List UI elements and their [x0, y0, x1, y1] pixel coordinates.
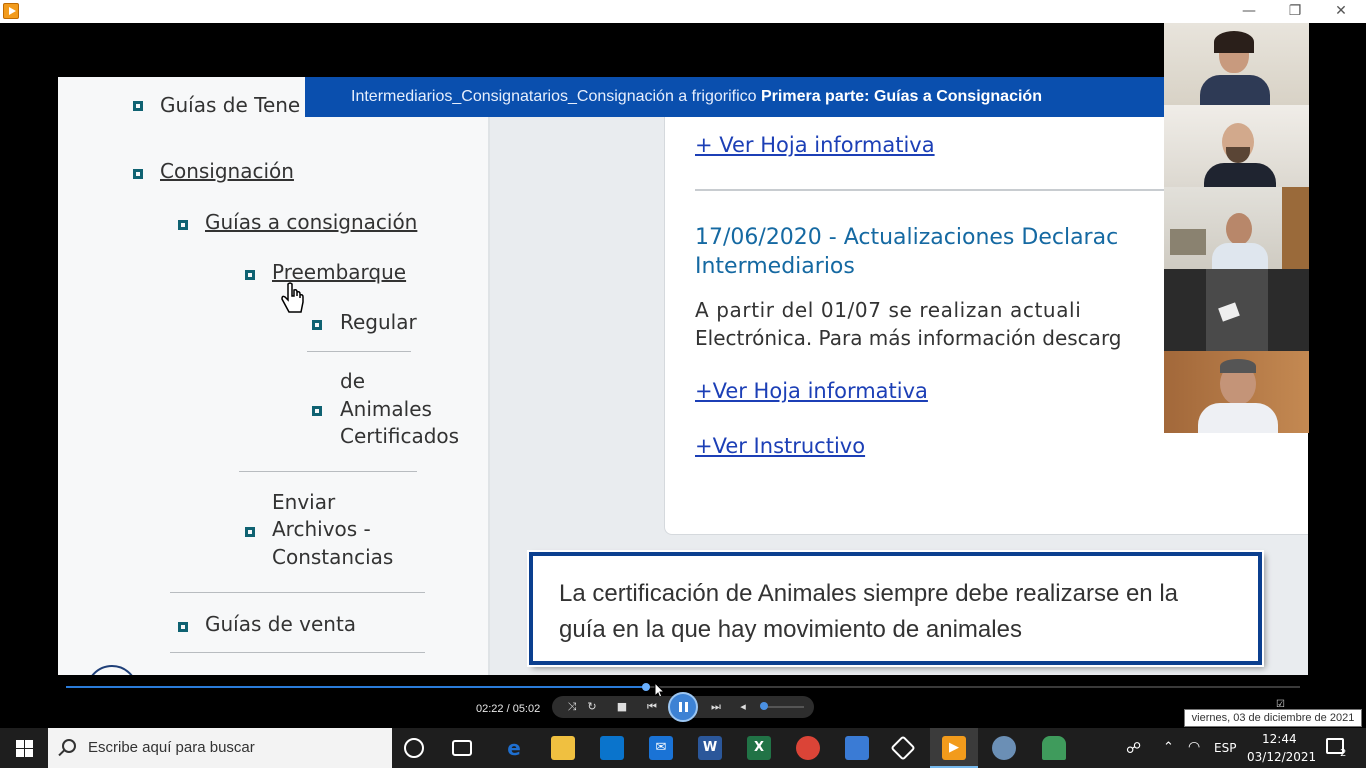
- media-player-icon: [3, 3, 19, 19]
- bullet-icon: [178, 622, 188, 632]
- repeat-icon[interactable]: ↻: [583, 699, 601, 715]
- file-explorer-icon[interactable]: [551, 736, 575, 760]
- participant-video-2: [1164, 105, 1309, 187]
- ver-instructivo-link: +Ver Instructivo: [695, 434, 866, 458]
- clock-time[interactable]: 12:44: [1262, 732, 1297, 746]
- nav-enviar-line2: Archivos -: [272, 517, 371, 541]
- participant-video-3: [1164, 187, 1309, 269]
- mail-icon[interactable]: ✉: [649, 736, 673, 760]
- divider: [170, 652, 425, 653]
- slide-nav-panel: Guías de Tene Consignación Guías a consi…: [58, 77, 490, 675]
- app-icon[interactable]: [845, 736, 869, 760]
- close-button[interactable]: ✕: [1318, 0, 1364, 22]
- taskbar-search[interactable]: Escribe aquí para buscar: [48, 728, 392, 768]
- paint-icon[interactable]: [992, 736, 1016, 760]
- nav-guias-tenencia: Guías de Tene: [160, 93, 301, 117]
- nav-enviar-line1: Enviar: [272, 490, 336, 514]
- notification-count: 2: [1340, 748, 1347, 759]
- news-title-line1: 17/06/2020 - Actualizaciones Declarac: [695, 225, 1119, 250]
- bullet-icon: [245, 270, 255, 280]
- clock-date[interactable]: 03/12/2021: [1247, 750, 1316, 764]
- nav-animales-line3: Certificados: [340, 424, 460, 448]
- circle-icon: [86, 665, 138, 675]
- nav-animales-line1: de: [340, 369, 365, 393]
- switch-view-icon[interactable]: ☑: [1276, 699, 1288, 710]
- callout-line1: La certificación de Animales siempre deb…: [559, 580, 1178, 607]
- cortana-icon[interactable]: [404, 738, 424, 758]
- nav-enviar-line3: Constancias: [272, 545, 394, 569]
- presentation-slide: Guías de Tene Consignación Guías a consi…: [58, 77, 1308, 675]
- banner-text: Intermediarios_Consignatarios_Consignaci…: [351, 88, 757, 105]
- participant-strip: [1164, 23, 1309, 435]
- volume-slider[interactable]: [762, 706, 804, 708]
- banner-bold-text: Primera parte: Guías a Consignación: [761, 88, 1042, 105]
- virtualbox-icon[interactable]: [890, 735, 916, 761]
- participant-video-4: [1164, 269, 1309, 351]
- ver-hoja-link: + Ver Hoja informativa: [695, 133, 935, 157]
- hand-cursor-icon: [281, 282, 304, 313]
- nav-regular: Regular: [340, 310, 417, 334]
- divider: [170, 592, 425, 593]
- participant-video-1: [1164, 23, 1309, 105]
- search-placeholder: Escribe aquí para buscar: [88, 739, 255, 756]
- seek-bar[interactable]: [66, 683, 1300, 691]
- bullet-icon: [312, 320, 322, 330]
- window-titlebar: — ❐ ✕: [0, 0, 1366, 23]
- nav-preembarque: Preembarque: [272, 260, 407, 284]
- participant-video-5: [1164, 351, 1309, 433]
- callout-box: La certificación de Animales siempre deb…: [529, 552, 1262, 665]
- bullet-icon: [133, 169, 143, 179]
- media-player-icon: ▶: [942, 736, 966, 760]
- word-icon[interactable]: W: [698, 736, 722, 760]
- store-icon[interactable]: [600, 736, 624, 760]
- video-area[interactable]: Guías de Tene Consignación Guías a consi…: [0, 23, 1366, 675]
- volume-icon[interactable]: ◂: [734, 699, 752, 715]
- playback-time: 02:22 / 05:02: [476, 703, 541, 715]
- news-title-line2: Intermediarios: [695, 254, 855, 279]
- language-indicator[interactable]: ESP: [1214, 741, 1236, 755]
- divider: [307, 351, 411, 352]
- date-tooltip: viernes, 03 de diciembre de 2021: [1184, 709, 1362, 727]
- callout-line2: guía en la que hay movimiento de animale…: [559, 616, 1022, 643]
- edge-icon[interactable]: e: [502, 736, 526, 760]
- volume-knob[interactable]: [760, 702, 768, 710]
- chrome-icon[interactable]: [796, 736, 820, 760]
- nav-guias-consignacion: Guías a consignación: [205, 210, 418, 234]
- nav-consignacion: Consignación: [160, 159, 294, 183]
- minimize-button[interactable]: —: [1226, 0, 1272, 22]
- bullet-icon: [312, 406, 322, 416]
- nav-guias-venta: Guías de venta: [205, 612, 357, 636]
- divider: [239, 471, 417, 472]
- search-icon: [62, 739, 76, 753]
- bullet-icon: [133, 101, 143, 111]
- nav-animales-line2: Animales: [340, 397, 432, 421]
- taskbar: Escribe aquí para buscar e ✉ W X ▶ ☍ ⌃ ◠…: [0, 728, 1366, 768]
- slide-banner: Intermediarios_Consignatarios_Consignaci…: [305, 77, 1308, 117]
- task-view-icon[interactable]: [452, 740, 472, 756]
- bullet-icon: [245, 527, 255, 537]
- chevron-up-icon[interactable]: ⌃: [1163, 740, 1174, 755]
- shuffle-icon[interactable]: ⤨: [563, 699, 581, 715]
- people-icon[interactable]: ☍: [1126, 739, 1141, 757]
- news-body-line2: Electrónica. Para más información descar…: [695, 326, 1122, 350]
- previous-icon[interactable]: ⏮: [640, 699, 664, 715]
- excel-icon[interactable]: X: [747, 736, 771, 760]
- start-button[interactable]: [0, 728, 48, 768]
- pause-button[interactable]: [668, 692, 698, 722]
- seek-bar-fill: [66, 686, 646, 688]
- app-icon-2[interactable]: [1042, 736, 1066, 760]
- seek-bar-thumb[interactable]: [641, 683, 650, 691]
- taskbar-active-app[interactable]: ▶: [930, 728, 978, 768]
- next-icon[interactable]: ⏭: [704, 699, 728, 715]
- restore-button[interactable]: ❐: [1272, 0, 1318, 22]
- news-body-line1: A partir del 01/07 se realizan actuali: [695, 298, 1082, 322]
- wifi-icon[interactable]: ◠: [1188, 739, 1200, 755]
- ver-hoja-link-2: +Ver Hoja informativa: [695, 379, 928, 403]
- stop-icon[interactable]: ■: [613, 699, 631, 715]
- bullet-icon: [178, 220, 188, 230]
